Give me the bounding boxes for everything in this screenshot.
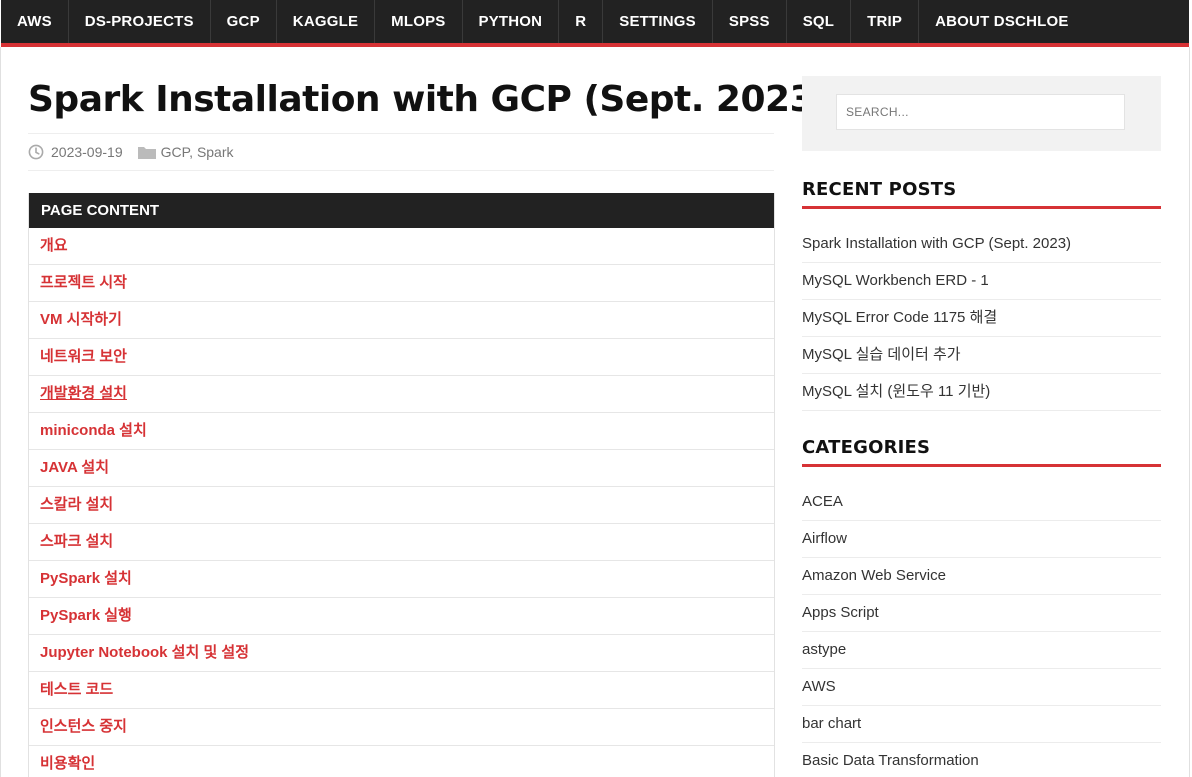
table-of-contents: PAGE CONTENT 개요 프로젝트 시작 VM 시작하기 네트워크 보안 …	[28, 193, 775, 777]
toc-item[interactable]: 인스턴스 중지	[29, 709, 774, 746]
page: AWS DS-PROJECTS GCP KAGGLE MLOPS PYTHON …	[0, 0, 1192, 777]
nav-item-trip[interactable]: TRIP	[851, 0, 920, 43]
toc-heading: PAGE CONTENT	[29, 193, 774, 228]
toc-item[interactable]: 프로젝트 시작	[29, 265, 774, 302]
recent-post-link[interactable]: MySQL 실습 데이터 추가	[802, 337, 1161, 374]
toc-item[interactable]: 스칼라 설치	[29, 487, 774, 524]
post-meta: 2023-09-19 GCP, Spark	[28, 133, 774, 171]
category-link[interactable]: AWS	[802, 669, 1161, 706]
category-link[interactable]: astype	[802, 632, 1161, 669]
nav-item-ds-projects[interactable]: DS-PROJECTS	[69, 0, 211, 43]
nav-item-about[interactable]: ABOUT DSCHLOE	[919, 0, 1084, 43]
nav-item-kaggle[interactable]: KAGGLE	[277, 0, 376, 43]
nav-item-aws[interactable]: AWS	[1, 0, 69, 43]
nav-item-r[interactable]: R	[559, 0, 604, 43]
toc-item[interactable]: VM 시작하기	[29, 302, 774, 339]
category-link[interactable]: Amazon Web Service	[802, 558, 1161, 595]
toc-item[interactable]: 네트워크 보안	[29, 339, 774, 376]
recent-posts-title: RECENT POSTS	[802, 179, 1161, 209]
recent-post-link[interactable]: Spark Installation with GCP (Sept. 2023)	[802, 226, 1161, 263]
post-categories[interactable]: GCP, Spark	[161, 144, 234, 160]
top-nav: AWS DS-PROJECTS GCP KAGGLE MLOPS PYTHON …	[1, 0, 1189, 47]
recent-post-link[interactable]: MySQL Workbench ERD - 1	[802, 263, 1161, 300]
nav-item-gcp[interactable]: GCP	[211, 0, 277, 43]
category-link[interactable]: Apps Script	[802, 595, 1161, 632]
nav-item-spss[interactable]: SPSS	[713, 0, 787, 43]
toc-item[interactable]: 테스트 코드	[29, 672, 774, 709]
search-input[interactable]	[836, 94, 1125, 130]
post-date: 2023-09-19	[51, 144, 123, 160]
folder-icon	[137, 147, 156, 159]
toc-item[interactable]: 개발환경 설치	[29, 376, 774, 413]
nav-item-settings[interactable]: SETTINGS	[603, 0, 713, 43]
nav-item-mlops[interactable]: MLOPS	[375, 0, 463, 43]
toc-item[interactable]: 스파크 설치	[29, 524, 774, 561]
nav-item-python[interactable]: PYTHON	[463, 0, 560, 43]
toc-item[interactable]: 비용확인	[29, 746, 774, 777]
recent-post-link[interactable]: MySQL 설치 (윈도우 11 기반)	[802, 374, 1161, 411]
categories-title: CATEGORIES	[802, 437, 1161, 467]
category-link[interactable]: bar chart	[802, 706, 1161, 743]
category-link[interactable]: Airflow	[802, 521, 1161, 558]
post-title: Spark Installation with GCP (Sept. 2023)	[28, 79, 831, 120]
categories-list: ACEA Airflow Amazon Web Service Apps Scr…	[802, 484, 1161, 777]
toc-item[interactable]: PySpark 실행	[29, 598, 774, 635]
toc-item[interactable]: JAVA 설치	[29, 450, 774, 487]
toc-item[interactable]: 개요	[29, 228, 774, 265]
right-border	[1189, 47, 1190, 777]
nav-item-sql[interactable]: SQL	[787, 0, 852, 43]
category-link[interactable]: Basic Data Transformation	[802, 743, 1161, 777]
recent-post-link[interactable]: MySQL Error Code 1175 해결	[802, 300, 1161, 337]
toc-item[interactable]: Jupyter Notebook 설치 및 설정	[29, 635, 774, 672]
category-link[interactable]: ACEA	[802, 484, 1161, 521]
search-widget	[802, 76, 1161, 151]
toc-item[interactable]: miniconda 설치	[29, 413, 774, 450]
clock-icon	[28, 144, 44, 160]
left-border	[0, 47, 1, 777]
toc-item[interactable]: PySpark 설치	[29, 561, 774, 598]
recent-posts-list: Spark Installation with GCP (Sept. 2023)…	[802, 226, 1161, 411]
